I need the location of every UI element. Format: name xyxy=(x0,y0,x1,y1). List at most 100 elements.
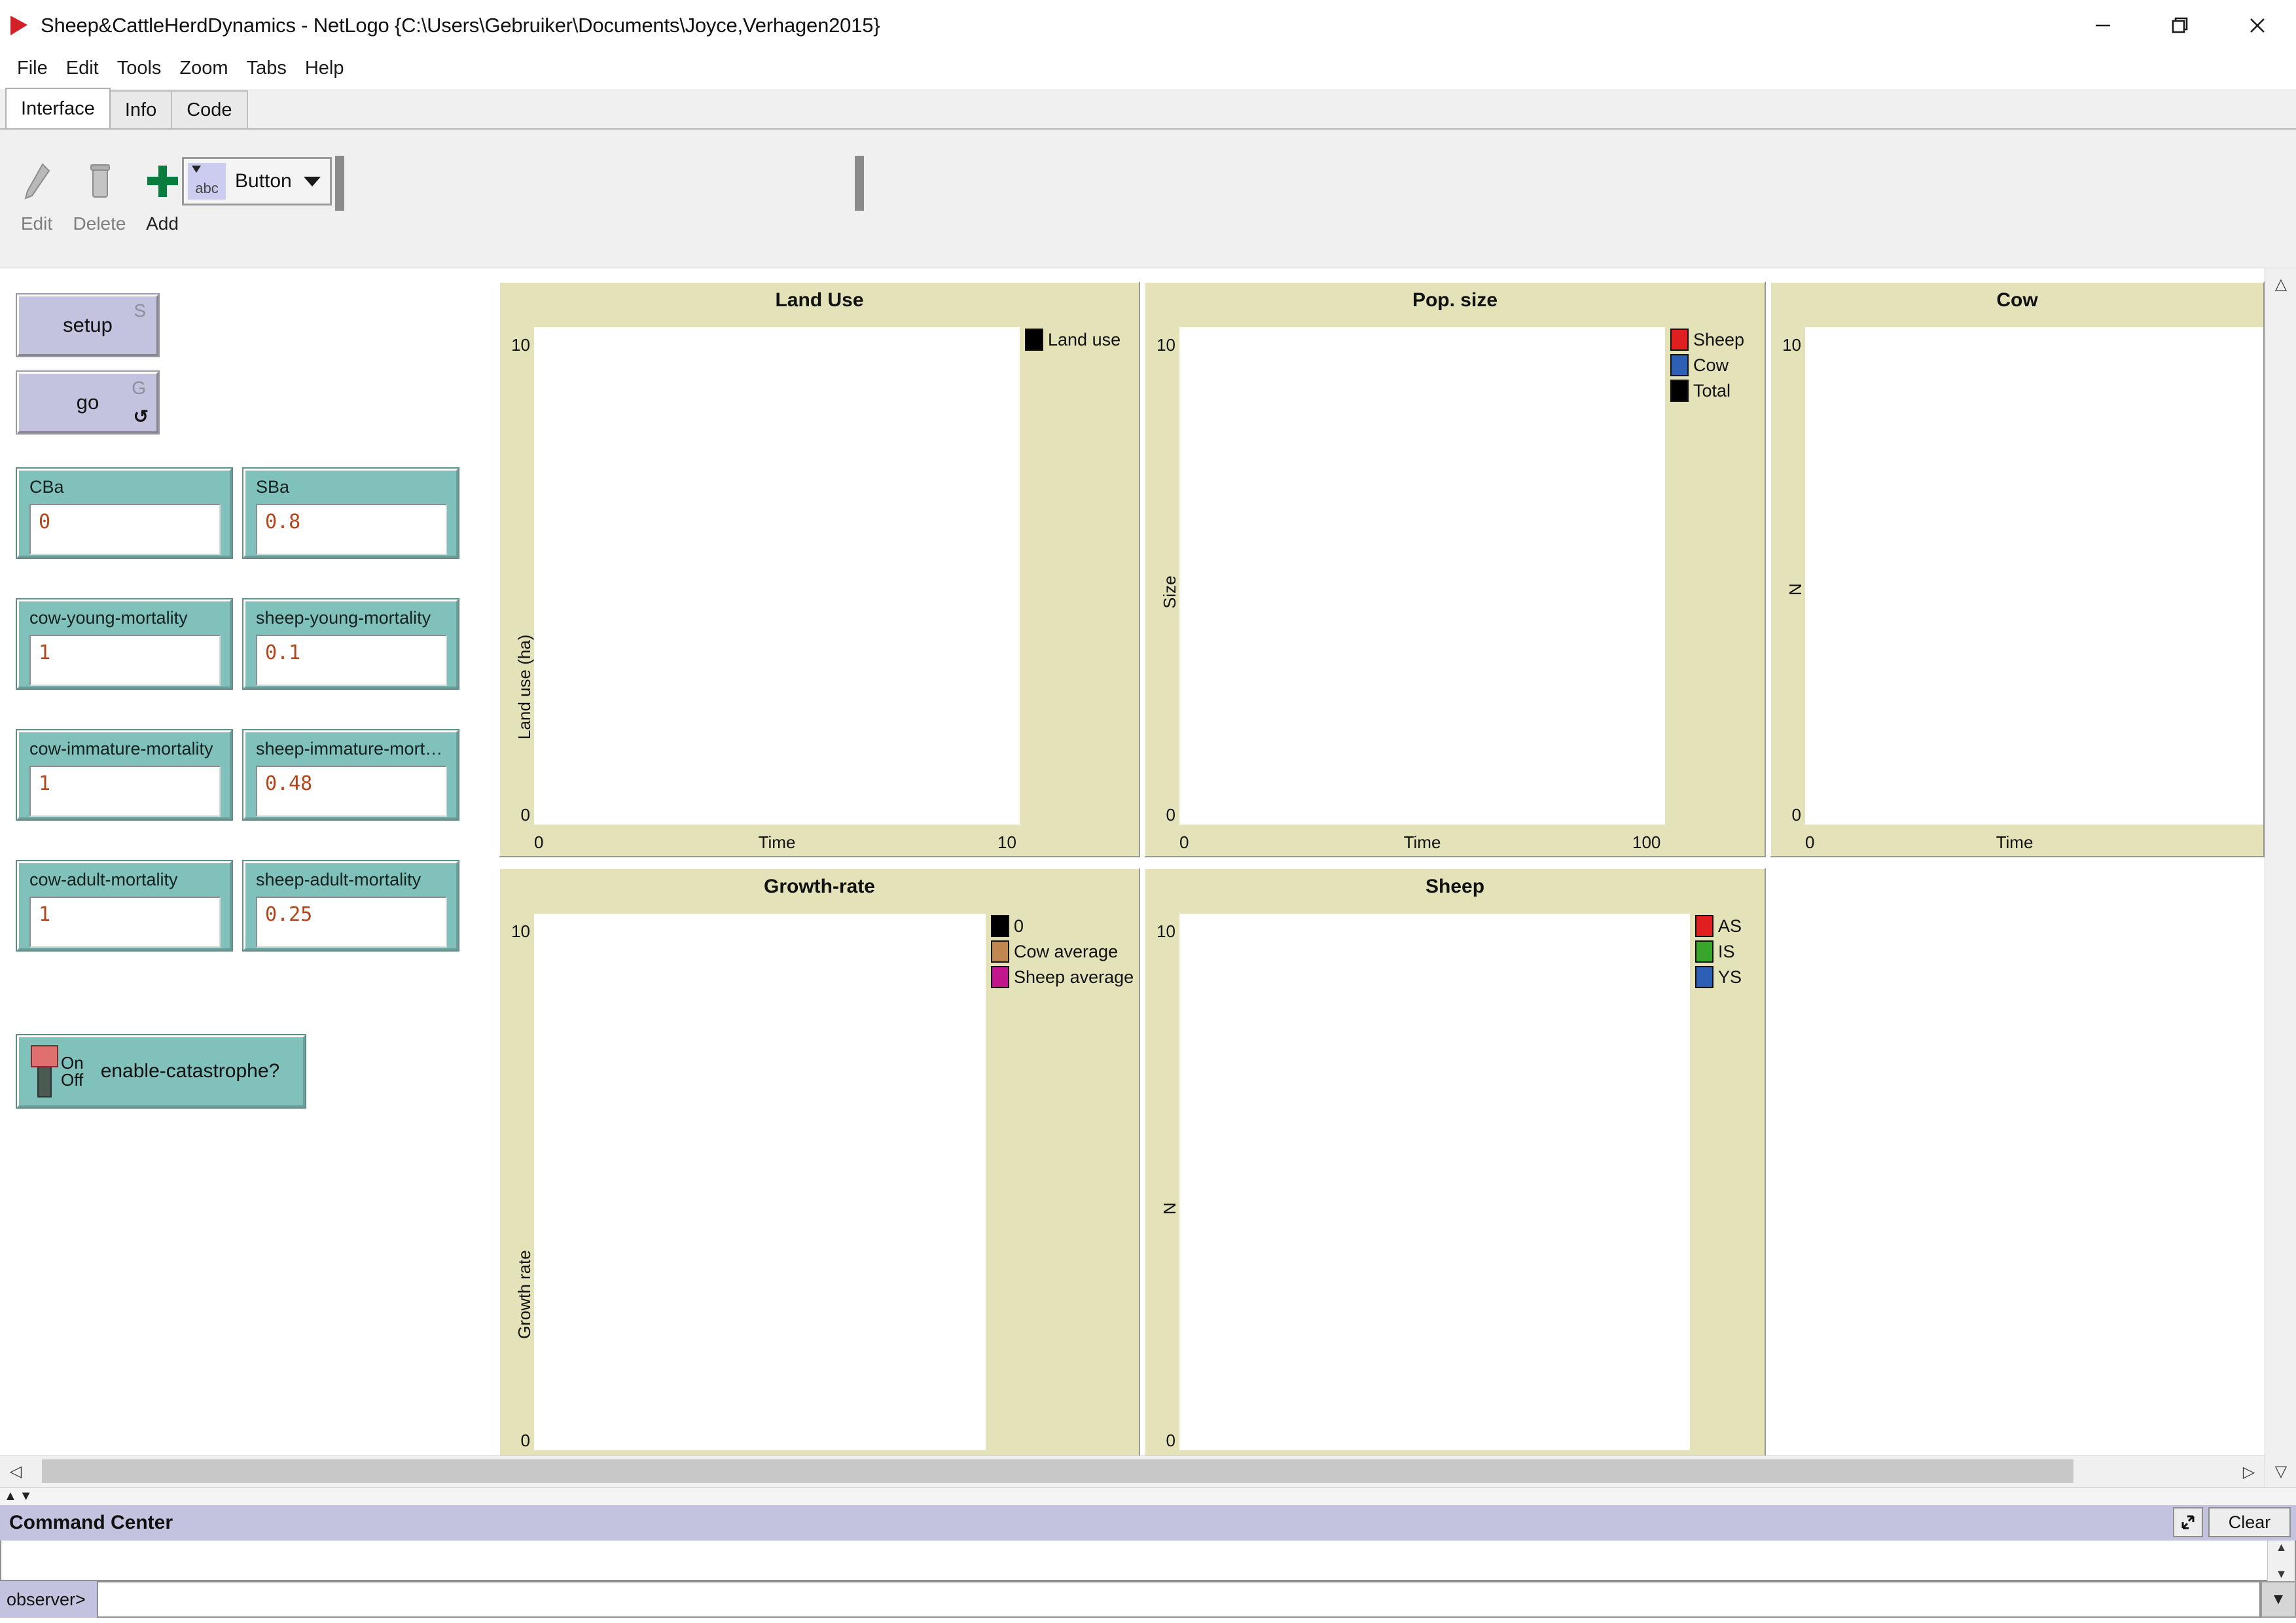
legend-swatch-as xyxy=(1695,915,1713,937)
scroll-left-icon[interactable]: ◁ xyxy=(0,1456,31,1488)
plot-cow-ylabel: N xyxy=(1785,583,1805,596)
input-cow-young-mortality[interactable]: cow-young-mortality 1 xyxy=(16,598,233,690)
legend-item[interactable]: YS xyxy=(1695,966,1742,988)
input-cow-adult-mortality[interactable]: cow-adult-mortality 1 xyxy=(16,860,233,952)
legend-item[interactable]: 0 xyxy=(991,915,1134,937)
scroll-up-icon[interactable]: △ xyxy=(2265,268,2296,300)
minimize-button[interactable] xyxy=(2064,0,2142,51)
input-sheep-adult-mortality-box[interactable]: 0.25 xyxy=(256,897,447,948)
tab-interface[interactable]: Interface xyxy=(5,88,111,128)
input-sba-caption: SBa xyxy=(256,477,290,497)
plot-cow[interactable]: Cow 10 0 N 0 Time xyxy=(1770,281,2265,857)
input-cow-young-mortality-box[interactable]: 1 xyxy=(29,635,221,686)
plot-cow-area xyxy=(1805,327,2263,825)
input-sheep-immature-mortality[interactable]: sheep-immature-morta... 0.48 xyxy=(242,729,459,821)
input-sheep-adult-mortality-value: 0.25 xyxy=(265,903,313,926)
input-sba-box[interactable]: 0.8 xyxy=(256,504,447,555)
menu-help[interactable]: Help xyxy=(296,55,353,82)
input-cow-immature-mortality-box[interactable]: 1 xyxy=(29,766,221,817)
legend-item[interactable]: Total xyxy=(1670,380,1744,402)
toolbar-widget-group: Edit Delete Add xyxy=(5,152,194,234)
input-cow-young-mortality-value: 1 xyxy=(39,641,51,664)
command-center-input[interactable] xyxy=(97,1581,2261,1618)
switch-enable-catastrophe[interactable]: On Off enable-catastrophe? xyxy=(16,1034,306,1109)
switch-on-label: On xyxy=(61,1053,84,1073)
command-center-output: ▲ ▼ xyxy=(0,1541,2296,1581)
edit-button[interactable]: Edit xyxy=(5,152,68,234)
legend-item[interactable]: Sheep xyxy=(1670,329,1744,351)
input-sheep-immature-mortality-box[interactable]: 0.48 xyxy=(256,766,447,817)
plot-land-use-title: Land Use xyxy=(775,289,864,311)
input-sheep-young-mortality-box[interactable]: 0.1 xyxy=(256,635,447,686)
pencil-icon xyxy=(19,152,54,212)
plot-growth-rate-ytick-min: 0 xyxy=(520,1431,530,1450)
plot-land-use-ylabel: Land use (ha) xyxy=(514,634,534,740)
plot-growth-rate-ytick-max: 10 xyxy=(511,921,530,941)
legend-item[interactable]: AS xyxy=(1695,915,1742,937)
tab-code[interactable]: Code xyxy=(171,90,248,128)
input-cba[interactable]: CBa 0 xyxy=(16,467,233,559)
input-sba[interactable]: SBa 0.8 xyxy=(242,467,459,559)
input-sheep-young-mortality[interactable]: sheep-young-mortality 0.1 xyxy=(242,598,459,690)
canvas-vertical-scrollbar[interactable]: △ ▽ xyxy=(2265,268,2296,1487)
input-cba-box[interactable]: 0 xyxy=(29,504,221,555)
legend-swatch-sheep xyxy=(1670,329,1689,351)
scroll-down-icon[interactable]: ▽ xyxy=(2265,1455,2296,1487)
command-center-splitter[interactable]: ▲ ▼ xyxy=(0,1487,2296,1505)
horizontal-scroll-thumb[interactable] xyxy=(42,1459,2073,1483)
output-scroll-down-icon[interactable]: ▼ xyxy=(2276,1567,2287,1581)
plot-growth-rate[interactable]: Growth-rate 10 0 Growth rate 0 Time 100 … xyxy=(499,868,1140,1487)
legend-item[interactable]: Cow average xyxy=(991,940,1134,963)
input-cow-immature-mortality[interactable]: cow-immature-mortality 1 xyxy=(16,729,233,821)
input-sheep-adult-mortality[interactable]: sheep-adult-mortality 0.25 xyxy=(242,860,459,952)
command-history-dropdown[interactable]: ▼ xyxy=(2261,1581,2296,1618)
output-scrollbar[interactable]: ▲ ▼ xyxy=(2267,1541,2295,1581)
plot-land-use-ytick-max: 10 xyxy=(511,335,530,355)
plot-pop-size-ylabel: Size xyxy=(1160,575,1179,609)
plot-sheep-ytick-max: 10 xyxy=(1157,921,1175,941)
plot-growth-rate-area xyxy=(534,914,986,1450)
command-center-title: Command Center xyxy=(9,1512,173,1533)
splitter-down-icon[interactable]: ▼ xyxy=(20,1489,33,1504)
legend-label-land-use: Land use xyxy=(1048,329,1121,349)
legend-item[interactable]: Sheep average xyxy=(991,966,1134,988)
splitter-up-icon[interactable]: ▲ xyxy=(4,1489,17,1504)
input-cow-adult-mortality-box[interactable]: 1 xyxy=(29,897,221,948)
scroll-right-icon[interactable]: ▷ xyxy=(2233,1456,2265,1487)
plot-sheep[interactable]: Sheep 10 0 N 0 Time 10 AS IS YS xyxy=(1144,868,1766,1487)
legend-item[interactable]: IS xyxy=(1695,940,1742,963)
plot-pop-size[interactable]: Pop. size 10 0 Size 0 Time 100 Sheep Cow xyxy=(1144,281,1766,857)
go-button[interactable]: go G ↺ xyxy=(16,370,160,435)
plot-land-use[interactable]: Land Use 10 0 Land use (ha) 0 Time 10 La… xyxy=(499,281,1140,857)
plot-land-use-ytick-min: 0 xyxy=(520,805,530,825)
legend-label-is: IS xyxy=(1718,941,1735,961)
plot-sheep-area xyxy=(1179,914,1690,1450)
widget-type-select[interactable]: abc Button xyxy=(182,157,332,205)
switch-off-label: Off xyxy=(61,1070,84,1090)
legend-item[interactable]: Land use xyxy=(1025,329,1121,351)
plot-land-use-xlabel: Time xyxy=(758,832,796,852)
plus-icon xyxy=(145,152,180,212)
canvas-horizontal-scrollbar[interactable]: ◁ ▷ xyxy=(0,1455,2265,1487)
tab-interface-label: Interface xyxy=(21,98,95,119)
menu-file[interactable]: File xyxy=(8,55,57,82)
switch-slider-icon[interactable] xyxy=(31,1045,58,1097)
menu-edit[interactable]: Edit xyxy=(57,55,108,82)
delete-button[interactable]: Delete xyxy=(68,152,131,234)
menu-zoom[interactable]: Zoom xyxy=(170,55,237,82)
menu-tabs[interactable]: Tabs xyxy=(238,55,296,82)
input-sheep-immature-mortality-caption: sheep-immature-morta... xyxy=(256,739,447,758)
setup-button[interactable]: setup S xyxy=(16,293,160,357)
legend-item[interactable]: Cow xyxy=(1670,354,1744,376)
menu-tools[interactable]: Tools xyxy=(108,55,171,82)
close-button[interactable] xyxy=(2219,0,2296,51)
tab-strip: Interface Info Code xyxy=(0,88,2296,130)
tab-info[interactable]: Info xyxy=(109,90,173,128)
window-controls xyxy=(2064,0,2296,51)
input-cow-immature-mortality-caption: cow-immature-mortality xyxy=(29,739,213,758)
maximize-button[interactable] xyxy=(2142,0,2219,51)
output-scroll-up-icon[interactable]: ▲ xyxy=(2276,1541,2287,1554)
expand-button[interactable] xyxy=(2173,1507,2203,1537)
plot-pop-size-ytick-min: 0 xyxy=(1166,805,1175,825)
clear-button[interactable]: Clear xyxy=(2208,1507,2291,1537)
